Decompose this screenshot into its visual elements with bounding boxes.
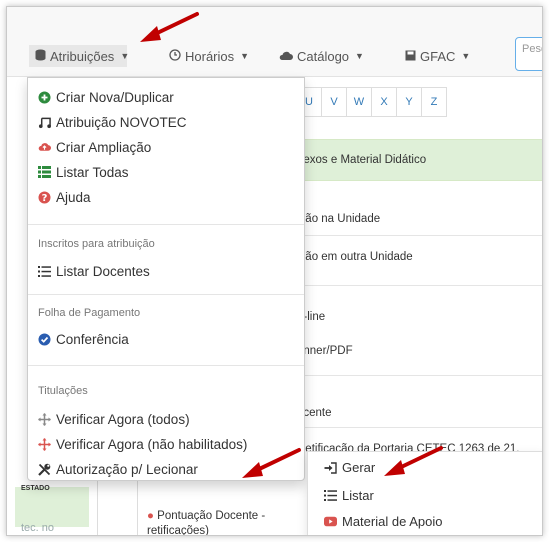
check-circle-icon — [38, 333, 51, 346]
question-circle-icon: ? — [38, 191, 51, 204]
list-item[interactable]: ição na Unidade — [297, 213, 380, 225]
menu-header-titulacoes: Titulações — [38, 385, 88, 397]
nav-gfac-label: GFAC — [420, 48, 456, 64]
save-icon — [405, 49, 416, 64]
menu-item-label: Verificar Agora (não habilitados) — [56, 436, 248, 452]
menu-item-listar-docentes[interactable]: Listar Docentes — [38, 260, 150, 282]
sign-in-icon — [324, 461, 337, 474]
menu-item-criar-nova[interactable]: Criar Nova/Duplicar — [38, 86, 174, 108]
menu-item-novotec[interactable]: Atribuição NOVOTEC — [38, 111, 187, 133]
database-icon — [35, 49, 46, 64]
menu-header-inscritos: Inscritos para atribuição — [38, 238, 155, 250]
top-navbar: Atribuições ▼ Horários ▼ Catálogo ▼ GFAC… — [7, 7, 542, 77]
nav-horarios[interactable]: Horários ▼ — [169, 45, 249, 67]
menu-item-label: Ajuda — [56, 189, 91, 205]
arrows-icon — [38, 412, 51, 426]
arrows-icon — [38, 437, 51, 451]
nav-catalogo[interactable]: Catálogo ▼ — [279, 45, 364, 67]
divider — [293, 427, 542, 428]
wrench-icon — [38, 463, 51, 476]
annotation-arrow-icon — [384, 446, 443, 476]
caret-down-icon: ▼ — [240, 51, 250, 61]
list-table-icon — [38, 166, 51, 179]
cloud-upload-icon — [38, 141, 51, 154]
list-item[interactable]: anner/PDF — [297, 345, 353, 357]
left-panel-highlight — [15, 487, 89, 527]
music-icon — [38, 116, 51, 129]
menu-item-label: Criar Nova/Duplicar — [56, 89, 174, 105]
menu-item-label: Conferência — [56, 331, 129, 347]
letter-link[interactable]: Z — [421, 87, 447, 117]
search-input[interactable]: Pesq — [515, 37, 542, 71]
nav-atribuicoes[interactable]: Atribuições ▼ — [29, 45, 130, 67]
clock-icon — [169, 48, 181, 64]
menu-item-listar-todas[interactable]: Listar Todas — [38, 161, 129, 183]
letter-link[interactable]: V — [321, 87, 347, 117]
menu-item-verificar-nao-habilitados[interactable]: Verificar Agora (não habilitados) — [38, 433, 247, 455]
menu-item-label: Autorização p/ Lecionar — [56, 461, 198, 477]
submenu-item-label: Material de Apoio — [342, 514, 443, 529]
dot-icon: ● — [147, 510, 154, 522]
submenu-item-label: Gerar — [342, 460, 376, 475]
nav-gfac[interactable]: GFAC ▼ — [405, 45, 470, 67]
menu-item-label: Listar Docentes — [56, 263, 150, 279]
letter-link[interactable]: X — [371, 87, 397, 117]
menu-item-ajuda[interactable]: ? Ajuda — [38, 186, 91, 208]
annotation-arrow-icon — [140, 12, 199, 42]
menu-divider — [28, 224, 304, 225]
menu-item-label: Atribuição NOVOTEC — [56, 114, 187, 130]
divider — [293, 235, 542, 236]
app-window: Atribuições ▼ Horários ▼ Catálogo ▼ GFAC… — [6, 6, 543, 536]
letter-link[interactable]: W — [346, 87, 372, 117]
letter-pagination: U V W X Y Z — [296, 87, 447, 117]
submenu-item-material-apoio[interactable]: Material de Apoio — [324, 514, 442, 529]
annotation-arrow-icon — [242, 448, 301, 478]
divider — [293, 375, 542, 376]
pontuacao-line2: retificações) — [147, 525, 209, 536]
menu-header-folha: Folha de Pagamento — [38, 307, 141, 319]
list-item[interactable]: ição em outra Unidade — [297, 251, 413, 263]
cloud-icon — [279, 49, 293, 64]
menu-divider — [28, 365, 304, 366]
submenu-item-listar[interactable]: Listar — [324, 488, 374, 503]
submenu-item-label: Listar — [342, 488, 374, 503]
nav-atribuicoes-label: Atribuições — [50, 48, 115, 64]
divider — [293, 285, 542, 286]
caret-down-icon: ▼ — [120, 51, 130, 61]
menu-item-autorizacao-lecionar[interactable]: Autorização p/ Lecionar — [38, 458, 198, 480]
nav-horarios-label: Horários — [185, 48, 235, 64]
menu-item-verificar-todos[interactable]: Verificar Agora (todos) — [38, 408, 190, 430]
panel-heading-text: nexos e Material Didático — [297, 154, 427, 166]
menu-item-label: Criar Ampliação — [56, 139, 152, 155]
pontuacao-item[interactable]: ● Pontuação Docente - retificações) — [147, 509, 266, 536]
youtube-icon — [324, 515, 337, 528]
atribuicoes-dropdown-menu: Criar Nova/Duplicar Atribuição NOVOTEC C… — [27, 77, 305, 481]
caret-down-icon: ▼ — [355, 51, 364, 61]
submenu-item-gerar[interactable]: Gerar — [324, 460, 375, 475]
svg-text:?: ? — [42, 193, 48, 204]
estado-label: ESTADO — [21, 485, 50, 492]
menu-divider — [28, 294, 304, 295]
menu-item-label: Verificar Agora (todos) — [56, 411, 190, 427]
letter-link[interactable]: Y — [396, 87, 422, 117]
menu-item-conferencia[interactable]: Conferência — [38, 328, 129, 350]
plus-circle-icon — [38, 91, 51, 104]
menu-item-criar-ampliacao[interactable]: Criar Ampliação — [38, 136, 151, 158]
pontuacao-line1: Pontuação Docente - — [157, 510, 266, 522]
list-icon — [38, 265, 51, 278]
menu-item-label: Listar Todas — [56, 164, 129, 180]
caret-down-icon: ▼ — [461, 51, 471, 61]
list-icon — [324, 489, 337, 502]
left-panel-text: tec. no — [21, 522, 55, 534]
nav-catalogo-label: Catálogo — [297, 48, 350, 64]
